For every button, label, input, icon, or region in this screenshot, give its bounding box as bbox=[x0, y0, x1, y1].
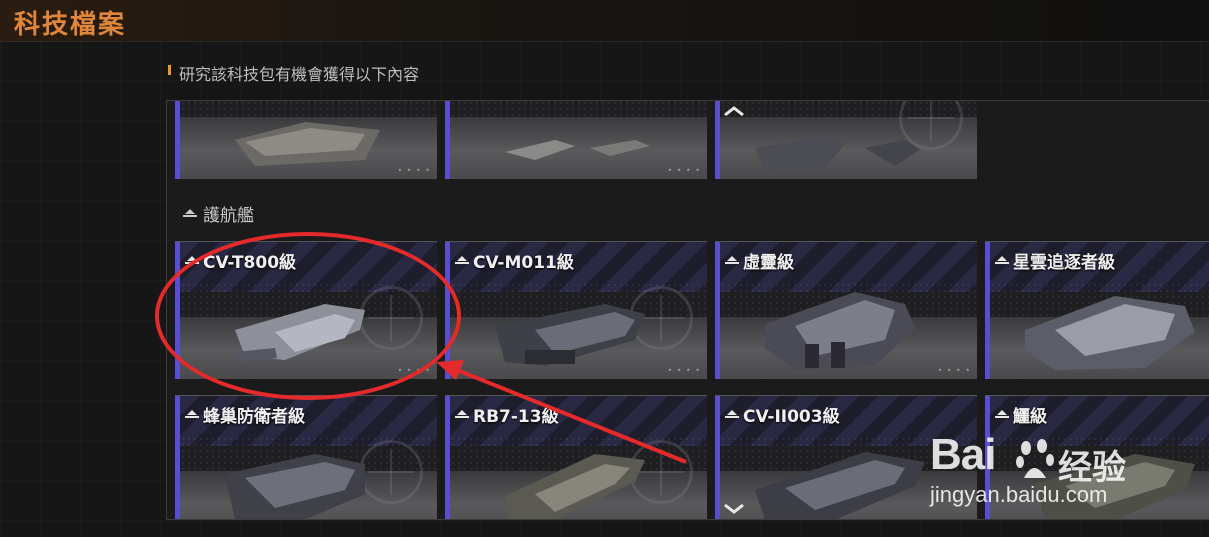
ship-card-crocodile[interactable]: 鱷級 bbox=[985, 395, 1209, 519]
card-title: 虛靈級 bbox=[725, 248, 794, 273]
card-title: RB7-13級 bbox=[455, 402, 559, 427]
ship-image bbox=[1025, 296, 1195, 370]
tier-icon bbox=[183, 208, 197, 219]
ship-card-cv-ii003[interactable]: CV-II003級 bbox=[715, 395, 977, 519]
scroll-down-button[interactable] bbox=[721, 503, 747, 517]
card-title: 蜂巢防衛者級 bbox=[185, 402, 305, 427]
ship-image bbox=[235, 304, 365, 362]
tier-icon bbox=[455, 255, 469, 266]
card-title: 星雲追逐者級 bbox=[995, 248, 1115, 273]
ship-image bbox=[1035, 454, 1195, 519]
card-corner-dots: • • • • bbox=[937, 366, 971, 375]
section-header: 護航艦 bbox=[183, 201, 254, 226]
ship-card-rb7-13[interactable]: RB7-13級 bbox=[445, 395, 707, 519]
card-corner-dots: • • • • bbox=[397, 166, 431, 175]
section-label: 護航艦 bbox=[203, 206, 254, 226]
ship-card-top-3[interactable] bbox=[715, 101, 977, 179]
scroll-up-button[interactable] bbox=[721, 105, 747, 119]
ship-card-cv-t800[interactable]: CV-T800級 • • • • bbox=[175, 241, 437, 379]
ship-image bbox=[495, 304, 645, 366]
description-row: 研究該科技包有機會獲得以下內容 bbox=[168, 62, 419, 84]
ship-image bbox=[755, 136, 920, 170]
title-bar: 科技檔案 bbox=[0, 0, 1209, 42]
card-label: RB7-13級 bbox=[473, 407, 559, 427]
ship-card-top-1[interactable]: • • • • bbox=[175, 101, 437, 179]
card-corner-dots: • • • • bbox=[667, 166, 701, 175]
card-label: 蜂巢防衛者級 bbox=[203, 407, 305, 427]
description-marker-icon bbox=[168, 65, 171, 75]
ship-image bbox=[225, 454, 365, 519]
card-label: 鱷級 bbox=[1013, 407, 1047, 427]
chevron-down-icon bbox=[724, 503, 744, 514]
card-title: CV-II003級 bbox=[725, 402, 840, 427]
ship-card-cv-m011[interactable]: CV-M011級 • • • • bbox=[445, 241, 707, 379]
description-text: 研究該科技包有機會獲得以下內容 bbox=[179, 65, 420, 84]
card-label: 星雲追逐者級 bbox=[1013, 253, 1115, 273]
tier-icon bbox=[995, 409, 1009, 420]
page-title: 科技檔案 bbox=[14, 10, 127, 40]
card-title: 鱷級 bbox=[995, 402, 1047, 427]
ship-image bbox=[755, 452, 925, 519]
tier-icon bbox=[185, 255, 199, 266]
content-list-panel[interactable]: • • • • • • • • 護航艦 CV-T800級 • • • • CV-… bbox=[166, 100, 1209, 520]
tier-icon bbox=[185, 409, 199, 420]
card-corner-dots: • • • • bbox=[667, 366, 701, 375]
ship-card-nebula-chaser[interactable]: 星雲追逐者級 bbox=[985, 241, 1209, 379]
card-title: CV-T800級 bbox=[185, 248, 296, 273]
chevron-up-icon bbox=[724, 106, 744, 117]
card-label: CV-M011級 bbox=[473, 253, 574, 273]
tier-icon bbox=[725, 409, 739, 420]
ship-card-top-2[interactable]: • • • • bbox=[445, 101, 707, 179]
ship-image bbox=[505, 454, 645, 519]
card-title: CV-M011級 bbox=[455, 248, 574, 273]
ship-image bbox=[765, 292, 915, 370]
ship-image bbox=[235, 122, 380, 166]
tier-icon bbox=[725, 255, 739, 266]
ship-image bbox=[505, 140, 650, 160]
tier-icon bbox=[455, 409, 469, 420]
card-label: CV-II003級 bbox=[743, 407, 840, 427]
card-corner-dots: • • • • bbox=[397, 366, 431, 375]
tier-icon bbox=[995, 255, 1009, 266]
ship-card-xuling[interactable]: 虛靈級 • • • • bbox=[715, 241, 977, 379]
ship-card-hive-defender[interactable]: 蜂巢防衛者級 bbox=[175, 395, 437, 519]
card-label: CV-T800級 bbox=[203, 253, 297, 273]
card-label: 虛靈級 bbox=[743, 253, 794, 273]
